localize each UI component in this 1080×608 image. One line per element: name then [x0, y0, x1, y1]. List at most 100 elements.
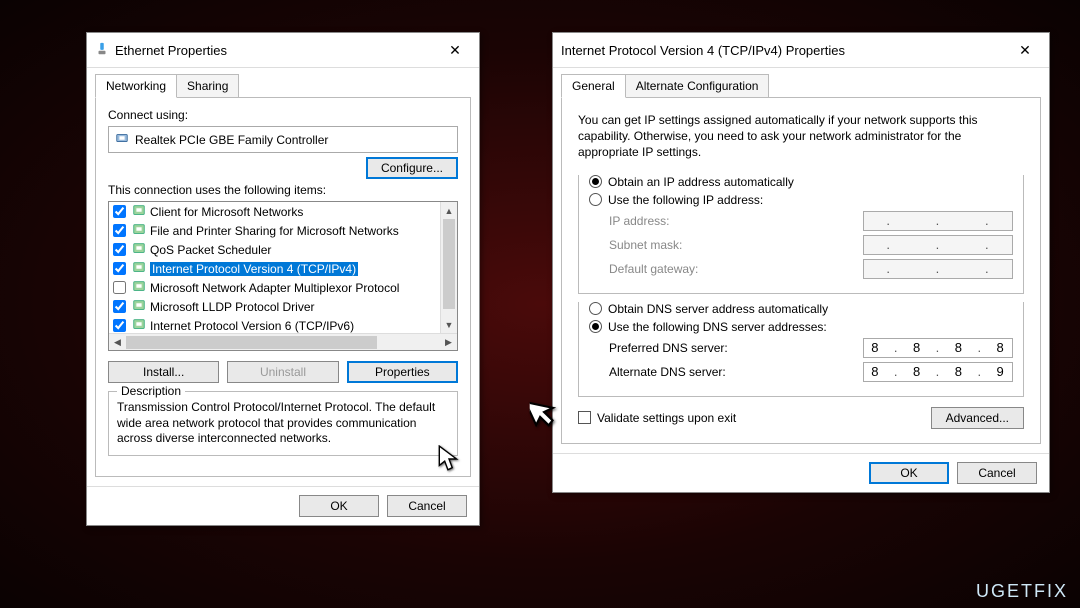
ip-octet[interactable]: 8 — [955, 340, 963, 355]
alternate-dns-label: Alternate DNS server: — [609, 365, 726, 379]
dialog-title: Internet Protocol Version 4 (TCP/IPv4) P… — [561, 43, 845, 58]
titlebar[interactable]: Ethernet Properties ✕ — [87, 33, 479, 68]
list-item[interactable]: Internet Protocol Version 4 (TCP/IPv4) — [109, 259, 440, 278]
vertical-scrollbar[interactable]: ▲ ▼ — [440, 202, 457, 333]
scroll-down-button[interactable]: ▼ — [441, 316, 457, 333]
titlebar[interactable]: Internet Protocol Version 4 (TCP/IPv4) P… — [553, 33, 1049, 68]
list-item[interactable]: File and Printer Sharing for Microsoft N… — [109, 221, 440, 240]
item-checkbox[interactable] — [113, 281, 126, 294]
list-item[interactable]: Microsoft LLDP Protocol Driver — [109, 297, 440, 316]
ip-octet[interactable]: 8 — [955, 364, 963, 379]
install-button[interactable]: Install... — [108, 361, 219, 383]
item-label: Internet Protocol Version 4 (TCP/IPv4) — [150, 262, 358, 276]
description-group: Description Transmission Control Protoco… — [108, 391, 458, 456]
radio-label: Use the following IP address: — [608, 193, 763, 207]
ip-dot: . — [977, 364, 982, 379]
radio-label: Use the following DNS server addresses: — [608, 320, 827, 334]
item-label: Client for Microsoft Networks — [150, 205, 303, 219]
scroll-up-button[interactable]: ▲ — [441, 202, 457, 219]
list-item[interactable]: Microsoft Network Adapter Multiplexor Pr… — [109, 278, 440, 297]
protocol-icon — [132, 203, 146, 220]
item-label: Microsoft Network Adapter Multiplexor Pr… — [150, 281, 399, 295]
item-checkbox[interactable] — [113, 224, 126, 237]
validate-checkbox[interactable]: Validate settings upon exit — [578, 411, 736, 425]
radio-label: Obtain an IP address automatically — [608, 175, 794, 189]
radio-icon — [589, 302, 602, 315]
subnet-mask-field: ... — [863, 235, 1013, 255]
horizontal-scrollbar[interactable]: ◀ ▶ — [109, 333, 457, 350]
ethernet-properties-dialog: Ethernet Properties ✕ Networking Sharing… — [86, 32, 480, 526]
radio-icon — [589, 175, 602, 188]
item-checkbox[interactable] — [113, 300, 126, 313]
item-checkbox[interactable] — [113, 262, 126, 275]
network-adapter-icon — [95, 42, 109, 59]
cancel-button[interactable]: Cancel — [387, 495, 467, 517]
properties-button[interactable]: Properties — [347, 361, 458, 383]
list-item[interactable]: QoS Packet Scheduler — [109, 240, 440, 259]
description-text: Transmission Control Protocol/Internet P… — [117, 400, 449, 447]
protocol-icon — [132, 317, 146, 333]
item-checkbox[interactable] — [113, 243, 126, 256]
validate-label: Validate settings upon exit — [597, 411, 736, 425]
ok-button[interactable]: OK — [869, 462, 949, 484]
protocol-icon — [132, 241, 146, 258]
ip-octet[interactable]: 8 — [871, 364, 879, 379]
radio-use-dns[interactable]: Use the following DNS server addresses: — [589, 320, 1013, 334]
ok-button[interactable]: OK — [299, 495, 379, 517]
ip-dot: . — [936, 364, 941, 379]
ip-octet[interactable]: 8 — [913, 340, 921, 355]
network-items-listbox[interactable]: Client for Microsoft Networks File and Pr… — [108, 201, 458, 351]
protocol-icon — [132, 298, 146, 315]
close-button[interactable]: ✕ — [1009, 39, 1041, 61]
radio-obtain-ip-auto[interactable]: Obtain an IP address automatically — [589, 175, 1013, 189]
item-label: Microsoft LLDP Protocol Driver — [150, 300, 315, 314]
subnet-mask-label: Subnet mask: — [609, 238, 682, 252]
ip-octet[interactable]: 8 — [871, 340, 879, 355]
protocol-icon — [132, 222, 146, 239]
checkbox-icon — [578, 411, 591, 424]
item-checkbox[interactable] — [113, 205, 126, 218]
list-item[interactable]: Internet Protocol Version 6 (TCP/IPv6) — [109, 316, 440, 333]
tab-alternate-configuration[interactable]: Alternate Configuration — [625, 74, 770, 98]
tab-strip: General Alternate Configuration — [553, 68, 1049, 98]
radio-icon — [589, 320, 602, 333]
scroll-right-button[interactable]: ▶ — [440, 334, 457, 350]
radio-obtain-dns-auto[interactable]: Obtain DNS server address automatically — [589, 302, 1013, 316]
ip-dot: . — [977, 340, 982, 355]
tab-general[interactable]: General — [561, 74, 626, 98]
intro-text: You can get IP settings assigned automat… — [578, 112, 1024, 161]
preferred-dns-field[interactable]: 8. 8. 8. 8 — [863, 338, 1013, 358]
close-button[interactable]: ✕ — [439, 39, 471, 61]
adapter-field[interactable]: Realtek PCIe GBE Family Controller — [108, 126, 458, 153]
item-checkbox[interactable] — [113, 319, 126, 332]
list-item[interactable]: Client for Microsoft Networks — [109, 202, 440, 221]
tab-sharing[interactable]: Sharing — [176, 74, 239, 98]
radio-icon — [589, 193, 602, 206]
ip-dot: . — [894, 340, 899, 355]
hscroll-thumb[interactable] — [126, 336, 377, 349]
ip-dot: . — [936, 340, 941, 355]
protocol-icon — [132, 260, 146, 277]
scroll-thumb[interactable] — [443, 219, 455, 309]
tab-strip: Networking Sharing — [87, 68, 479, 98]
advanced-button[interactable]: Advanced... — [931, 407, 1024, 429]
ip-octet[interactable]: 8 — [913, 364, 921, 379]
configure-button[interactable]: Configure... — [366, 157, 458, 179]
protocol-icon — [132, 279, 146, 296]
watermark: UGETFIX — [976, 581, 1068, 602]
default-gateway-field: ... — [863, 259, 1013, 279]
dialog-title: Ethernet Properties — [115, 43, 227, 58]
radio-use-ip[interactable]: Use the following IP address: — [589, 193, 1013, 207]
tab-networking[interactable]: Networking — [95, 74, 177, 98]
item-label: File and Printer Sharing for Microsoft N… — [150, 224, 399, 238]
items-label: This connection uses the following items… — [108, 183, 458, 197]
alternate-dns-field[interactable]: 8. 8. 8. 9 — [863, 362, 1013, 382]
preferred-dns-label: Preferred DNS server: — [609, 341, 728, 355]
cancel-button[interactable]: Cancel — [957, 462, 1037, 484]
ip-octet[interactable]: 9 — [997, 364, 1005, 379]
scroll-left-button[interactable]: ◀ — [109, 334, 126, 350]
ipv4-properties-dialog: Internet Protocol Version 4 (TCP/IPv4) P… — [552, 32, 1050, 493]
radio-label: Obtain DNS server address automatically — [608, 302, 828, 316]
ip-dot: . — [894, 364, 899, 379]
ip-octet[interactable]: 8 — [997, 340, 1005, 355]
